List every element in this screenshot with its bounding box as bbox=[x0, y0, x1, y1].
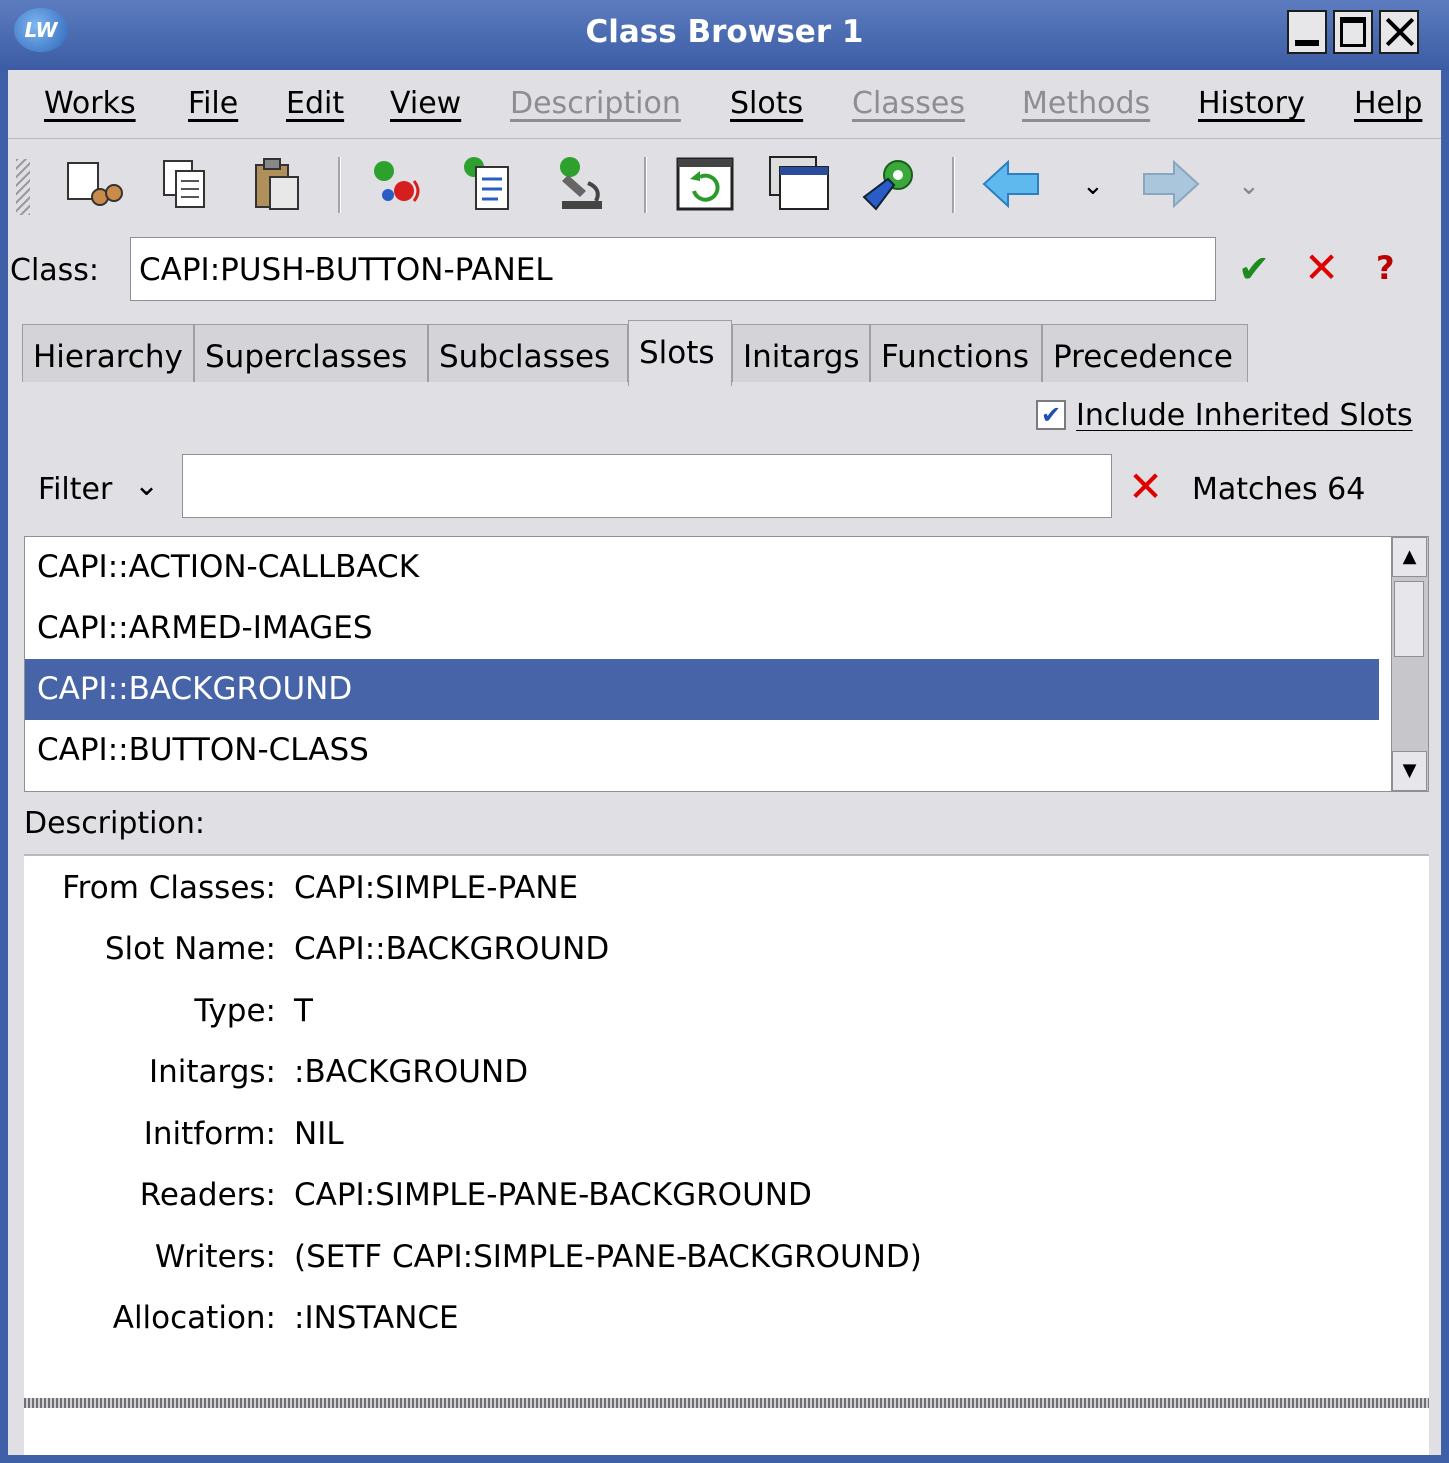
forward-arrow-icon[interactable] bbox=[1138, 153, 1204, 215]
tab-initargs[interactable]: Initargs bbox=[732, 324, 870, 382]
field-value: (SETF CAPI:SIMPLE-PANE-BACKGROUND) bbox=[294, 1239, 922, 1275]
description-pane: From Classes: CAPI:SIMPLE-PANE Slot Name… bbox=[24, 854, 1429, 1398]
field-label: Initform: bbox=[143, 1116, 276, 1152]
field-label: Initargs: bbox=[148, 1054, 276, 1090]
filter-label: Filter bbox=[38, 472, 113, 507]
tab-slots[interactable]: Slots bbox=[628, 320, 732, 386]
tab-hierarchy[interactable]: Hierarchy bbox=[22, 324, 194, 382]
back-arrow-icon[interactable] bbox=[978, 153, 1044, 215]
tab-bar: Hierarchy Superclasses Subclasses Slots … bbox=[22, 320, 1441, 386]
list-item[interactable]: CAPI::BUTTON-CLASS bbox=[25, 720, 1379, 781]
cut-icon[interactable] bbox=[60, 153, 126, 215]
menu-help[interactable]: Help bbox=[1354, 86, 1422, 121]
inspect-icon[interactable] bbox=[548, 153, 614, 215]
title-bar[interactable]: LW Class Browser 1 bbox=[0, 0, 1449, 70]
field-value: CAPI::BACKGROUND bbox=[294, 931, 610, 967]
tab-subclasses[interactable]: Subclasses bbox=[428, 324, 628, 382]
list-item[interactable]: CAPI::ARMED-IMAGES bbox=[25, 598, 1379, 659]
pane-splitter[interactable] bbox=[24, 1398, 1429, 1408]
field-value: :INSTANCE bbox=[294, 1300, 459, 1336]
tab-precedence[interactable]: Precedence bbox=[1042, 324, 1248, 382]
slots-list: CAPI::ACTION-CALLBACK CAPI::ARMED-IMAGES… bbox=[24, 536, 1429, 792]
toolbar: ⌄ ⌄ bbox=[8, 139, 1441, 231]
browse-file-icon[interactable] bbox=[456, 153, 522, 215]
windows-icon[interactable] bbox=[766, 153, 832, 215]
include-inherited-checkbox[interactable]: ✔ bbox=[1036, 400, 1066, 430]
window-title: Class Browser 1 bbox=[585, 14, 864, 50]
accept-check-icon[interactable]: ✔ bbox=[1238, 247, 1270, 291]
field-value: NIL bbox=[294, 1116, 344, 1152]
class-input[interactable]: CAPI:PUSH-BUTTON-PANEL bbox=[130, 237, 1216, 301]
field-label: Writers: bbox=[154, 1239, 276, 1275]
scroll-up-icon[interactable]: ▲ bbox=[1392, 537, 1427, 577]
tab-functions[interactable]: Functions bbox=[870, 324, 1042, 382]
field-label: Type: bbox=[194, 993, 276, 1029]
menu-view[interactable]: View bbox=[390, 86, 461, 121]
toolbar-grip[interactable] bbox=[16, 159, 30, 215]
field-value: T bbox=[294, 993, 313, 1029]
menu-slots[interactable]: Slots bbox=[730, 86, 803, 121]
back-history-dropdown-icon[interactable]: ⌄ bbox=[1082, 171, 1104, 201]
forward-history-dropdown-icon[interactable]: ⌄ bbox=[1238, 171, 1260, 201]
vertical-scrollbar[interactable]: ▲ ▼ bbox=[1391, 537, 1428, 791]
menu-description[interactable]: Description bbox=[510, 86, 681, 121]
list-item[interactable]: CAPI::ACTION-CALLBACK bbox=[25, 537, 1379, 598]
class-label: Class: bbox=[10, 253, 100, 288]
status-bar bbox=[24, 1408, 1429, 1455]
class-row: Class: CAPI:PUSH-BUTTON-PANEL ✔ ✕ ? bbox=[8, 231, 1441, 315]
help-question-icon[interactable]: ? bbox=[1376, 249, 1395, 287]
field-value: :BACKGROUND bbox=[294, 1054, 529, 1090]
menu-history[interactable]: History bbox=[1198, 86, 1305, 121]
copy-icon[interactable] bbox=[152, 153, 218, 215]
toolbar-separator bbox=[644, 157, 647, 213]
include-inherited-label[interactable]: Include Inherited Slots bbox=[1076, 398, 1413, 433]
field-label: Slot Name: bbox=[104, 931, 276, 967]
field-value: CAPI:SIMPLE-PANE-BACKGROUND bbox=[294, 1177, 812, 1213]
filter-input[interactable] bbox=[182, 454, 1112, 518]
menu-edit[interactable]: Edit bbox=[286, 86, 344, 121]
scroll-down-icon[interactable]: ▼ bbox=[1392, 751, 1427, 791]
menu-file[interactable]: File bbox=[188, 86, 238, 121]
matches-count: Matches 64 bbox=[1192, 472, 1366, 507]
field-label: From Classes: bbox=[62, 870, 276, 906]
menu-works[interactable]: Works bbox=[44, 86, 136, 121]
close-window-button[interactable] bbox=[1379, 10, 1419, 54]
tools-icon[interactable] bbox=[858, 153, 924, 215]
class-browser-window: LW Class Browser 1 Works File Edit View … bbox=[0, 0, 1449, 1463]
minimize-button[interactable] bbox=[1287, 10, 1327, 54]
paste-icon[interactable] bbox=[244, 153, 310, 215]
menu-bar: Works File Edit View Description Slots C… bbox=[8, 70, 1441, 139]
refresh-icon[interactable] bbox=[672, 153, 738, 215]
tab-superclasses[interactable]: Superclasses bbox=[194, 324, 428, 382]
filter-dropdown-button[interactable]: Filter ⌄ bbox=[24, 454, 170, 520]
field-label: Readers: bbox=[139, 1177, 276, 1213]
chevron-down-icon: ⌄ bbox=[134, 468, 160, 503]
toolbar-separator bbox=[338, 157, 341, 213]
scrollbar-thumb[interactable] bbox=[1394, 581, 1424, 657]
field-value: CAPI:SIMPLE-PANE bbox=[294, 870, 579, 906]
toolbar-separator bbox=[952, 157, 955, 213]
list-item-selected[interactable]: CAPI::BACKGROUND bbox=[25, 659, 1379, 720]
menu-classes[interactable]: Classes bbox=[852, 86, 965, 121]
cancel-x-icon[interactable]: ✕ bbox=[1304, 243, 1339, 292]
clear-filter-icon[interactable]: ✕ bbox=[1128, 462, 1163, 511]
maximize-button[interactable] bbox=[1333, 10, 1373, 54]
description-label: Description: bbox=[24, 806, 205, 841]
field-label: Allocation: bbox=[112, 1300, 276, 1336]
menu-methods[interactable]: Methods bbox=[1022, 86, 1150, 121]
browse-object-icon[interactable] bbox=[364, 153, 430, 215]
